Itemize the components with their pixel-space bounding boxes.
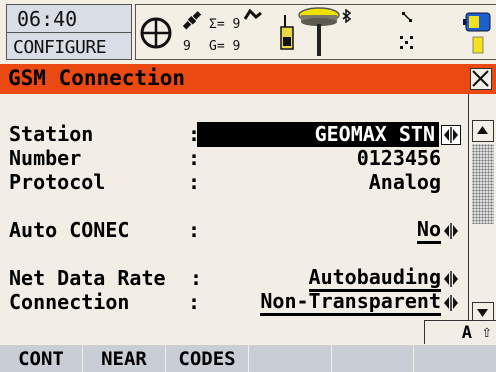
- scrollbar[interactable]: [468, 94, 496, 332]
- close-icon: [472, 70, 489, 87]
- memory-icon: [472, 36, 484, 54]
- status-bar: 06:40 CONFIGURE 9 Σ= 9 G= 9: [0, 0, 496, 64]
- scroll-thumb[interactable]: [472, 144, 494, 224]
- connection-choice-icon[interactable]: [441, 293, 461, 313]
- line-mode-icon: [402, 12, 412, 22]
- number-row[interactable]: Number : 0123456: [0, 146, 468, 172]
- station-value[interactable]: GEOMAX STN: [197, 122, 439, 147]
- station-choice-icon[interactable]: [441, 125, 461, 145]
- shift-icon: ⇧: [481, 322, 492, 342]
- connection-row[interactable]: Connection : Non-Transparent: [0, 290, 468, 316]
- softkey-f5[interactable]: [332, 344, 414, 372]
- protocol-value[interactable]: Analog: [369, 170, 441, 194]
- input-mode-label: A: [461, 323, 472, 343]
- net-data-rate-label: Net Data Rate: [9, 266, 166, 290]
- satellites-total: Σ= 9: [209, 17, 241, 32]
- auto-conec-row[interactable]: Auto CONEC : No: [0, 218, 468, 244]
- input-mode-indicator: A ⇧: [424, 320, 496, 344]
- cont-softkey[interactable]: CONT: [0, 344, 83, 372]
- protocol-row[interactable]: Protocol : Analog: [0, 170, 468, 196]
- arrow-up-icon: [477, 126, 488, 134]
- close-button[interactable]: [470, 68, 492, 90]
- satellite-icon: [182, 11, 202, 30]
- clock-time: 06:40: [17, 7, 78, 31]
- bluetooth-icon: [342, 9, 352, 23]
- title-bar: GSM Connection: [0, 64, 496, 94]
- number-value[interactable]: 0123456: [357, 146, 441, 170]
- protocol-label: Protocol: [9, 170, 106, 194]
- battery-icon: [463, 12, 491, 32]
- sensor-status-panel: 9 Σ= 9 G= 9: [135, 4, 496, 60]
- connection-label: Connection: [9, 290, 130, 314]
- point-mode-icon: [400, 36, 413, 49]
- station-label: Station: [9, 122, 94, 146]
- net-data-rate-choice-icon[interactable]: [441, 269, 461, 289]
- radio-device-icon: [280, 15, 294, 50]
- station-row[interactable]: Station : GEOMAX STN: [0, 122, 468, 148]
- page-title: GSM Connection: [8, 66, 186, 90]
- position-crosshair-icon: [140, 17, 172, 49]
- scroll-up-button[interactable]: [472, 120, 494, 142]
- settings-form: Station : GEOMAX STN Number : 0123456 Pr…: [0, 94, 468, 332]
- connection-value[interactable]: Non-Transparent: [260, 290, 441, 316]
- softkey-bar: CONT NEAR CODES: [0, 344, 496, 372]
- number-label: Number: [9, 146, 82, 170]
- near-softkey[interactable]: NEAR: [83, 344, 166, 372]
- satellites-gps: G= 9: [209, 39, 241, 54]
- softkey-f4[interactable]: [249, 344, 332, 372]
- signal-arrow-icon: [244, 9, 262, 20]
- satellite-count: 9: [183, 39, 191, 54]
- codes-softkey[interactable]: CODES: [166, 344, 249, 372]
- auto-conec-value[interactable]: No: [416, 218, 441, 244]
- clock-panel: 06:40 CONFIGURE: [6, 4, 132, 60]
- softkey-f6[interactable]: [414, 344, 496, 372]
- app-name: CONFIGURE: [13, 37, 107, 58]
- auto-conec-label: Auto CONEC: [9, 218, 130, 242]
- receiver-antenna-icon: [298, 7, 340, 56]
- auto-conec-choice-icon[interactable]: [441, 221, 461, 241]
